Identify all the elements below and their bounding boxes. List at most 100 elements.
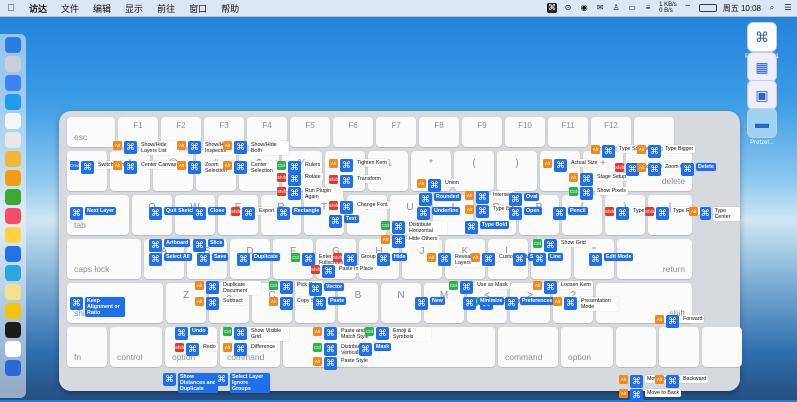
key-fn_row-0[interactable]: esc — [67, 117, 115, 147]
shortcut-label: Type Bigger — [663, 145, 696, 153]
menu-window[interactable]: 窗口 — [182, 2, 214, 15]
menu-edit[interactable]: 编辑 — [86, 2, 118, 15]
shift-modifier-badge: Shift — [645, 207, 655, 216]
shortcut-tip: Shift ⌘ Run Plugin Again — [277, 187, 343, 201]
key-label: F12 — [604, 121, 618, 130]
desktop-item-pretzel-screenshot[interactable]: ▬ Pretzel... — [731, 108, 793, 146]
key-fn_row-8[interactable]: F8 — [419, 117, 459, 147]
menu-view[interactable]: 显示 — [118, 2, 150, 15]
command-icon: ⌘ — [242, 207, 255, 220]
command-icon: ⌘ — [554, 159, 567, 172]
menu-help[interactable]: 帮助 — [214, 2, 246, 15]
command-icon: ⌘ — [392, 221, 405, 234]
photos-dock-icon[interactable] — [5, 170, 21, 186]
command-icon: ⌘ — [438, 253, 451, 266]
command-icon: ⌘ — [234, 161, 247, 174]
launchpad-dock-icon[interactable] — [5, 56, 21, 72]
files-dock-icon[interactable] — [5, 360, 21, 376]
key-bottom_row-1[interactable]: control — [110, 327, 162, 367]
key-bottom_row-6[interactable]: option — [561, 327, 613, 367]
shortcut-label: Show Visible Grid — [249, 327, 289, 341]
key-fn_row-6[interactable]: F6 — [333, 117, 373, 147]
tes-dock-icon[interactable] — [5, 284, 21, 300]
key-bottom_row-0[interactable]: fn — [67, 327, 107, 367]
screen-status-icon[interactable]: ▭ — [627, 3, 637, 13]
shortcut-label: Paste Style — [339, 357, 370, 365]
mail-dock-icon[interactable] — [5, 246, 21, 262]
key-num_row-10[interactable]: ) — [497, 151, 537, 191]
key-fn_row-9[interactable]: F9 — [462, 117, 502, 147]
shortcut-tip: ⌘ Underline — [417, 207, 461, 220]
alt-modifier-badge: Alt — [533, 281, 542, 290]
shortcut-tip: Shift ⌘ Export — [231, 207, 277, 220]
preview-dock-icon[interactable] — [5, 341, 21, 357]
shortcut-label: Next Layer — [85, 207, 117, 215]
modifier-stack: Alt — [223, 343, 232, 352]
command-icon: ⌘ — [700, 207, 711, 220]
sketch-dock-icon[interactable] — [5, 151, 21, 167]
key-fn_row-11[interactable]: F11 — [548, 117, 588, 147]
key-bottom_row-8[interactable] — [659, 327, 699, 367]
finder-dock-icon[interactable] — [5, 37, 21, 53]
alt-modifier-badge: Alt — [543, 159, 552, 168]
dots-status-icon[interactable]: ⊙ — [563, 3, 573, 13]
alt-modifier-badge: Alt — [553, 297, 562, 306]
shortcut-label: Open — [524, 207, 542, 215]
key-fn_row-5[interactable]: F5 — [290, 117, 330, 147]
shortcut-label: Close — [208, 207, 227, 215]
wechat-dock-icon[interactable] — [5, 189, 21, 205]
butterfly-dock-icon[interactable] — [5, 303, 21, 319]
qq-status-icon[interactable]: ♙ — [611, 3, 621, 13]
apple-menu-icon[interactable]:  — [0, 3, 22, 14]
shortcut-tip: ⌘ Oval — [509, 193, 540, 206]
wechat-status-icon[interactable]: ✉ — [595, 3, 605, 13]
command-icon: ⌘ — [81, 161, 94, 174]
eye-status-icon[interactable]: ◉ — [579, 3, 589, 13]
ctrl-modifier-badge: Ctrl — [313, 343, 322, 352]
battery-icon[interactable] — [698, 4, 717, 12]
command-icon: ⌘ — [359, 343, 372, 356]
command-icon: ⌘ — [417, 207, 430, 220]
appstore-dock-icon[interactable] — [5, 94, 21, 110]
modifier-stack: Alt — [113, 141, 122, 150]
search-icon[interactable]: ⌕ — [767, 3, 777, 13]
shift-modifier-badge: Shift — [277, 173, 287, 182]
command-icon: ⌘ — [280, 297, 293, 310]
calendar-dock-icon[interactable] — [5, 113, 21, 129]
menu-file[interactable]: 文件 — [54, 2, 86, 15]
modifier-stack: Alt — [113, 161, 122, 170]
qq-dock-icon[interactable] — [5, 227, 21, 243]
key-bottom_row-9[interactable] — [702, 327, 742, 367]
modifier-stack: Shift — [277, 187, 286, 196]
key-fn_row-7[interactable]: F7 — [376, 117, 416, 147]
network-speed[interactable]: 1 KB/s 0 B/s — [659, 2, 677, 14]
telegram-dock-icon[interactable] — [5, 265, 21, 281]
key-bottom_row-5[interactable]: command — [498, 327, 558, 367]
menu-go[interactable]: 前往 — [150, 2, 182, 15]
cmd-status-icon[interactable]: ⌘ — [547, 3, 558, 13]
key-fn_row-10[interactable]: F10 — [505, 117, 545, 147]
music-dock-icon[interactable] — [5, 208, 21, 224]
shortcut-label: Difference — [249, 343, 278, 351]
terminal-dock-icon[interactable] — [5, 322, 21, 338]
key-fn_row-12[interactable]: F12 — [591, 117, 631, 147]
key-caps_row-0[interactable]: caps lock — [67, 239, 141, 279]
bars-status-icon[interactable]: ≡ — [643, 3, 653, 13]
shift-modifier-badge: Shift — [277, 187, 287, 196]
modifier-stack: Alt — [569, 173, 578, 182]
command-icon: ⌘ — [630, 375, 643, 388]
modifier-stack: Alt — [543, 159, 552, 168]
notification-center-icon[interactable]: ☰ — [783, 3, 793, 13]
key-bottom_row-7[interactable] — [616, 327, 656, 367]
menu-finder[interactable]: 访达 — [22, 2, 54, 15]
shortcut-tip: ⌘ Rectangle — [277, 207, 322, 220]
safari-dock-icon[interactable] — [5, 75, 21, 91]
key-fn_row-13[interactable] — [634, 117, 674, 147]
clock[interactable]: 周五 10:08 — [723, 3, 761, 14]
alt-modifier-badge: Alt — [591, 145, 600, 154]
command-icon: ⌘ — [544, 281, 557, 294]
wifi-icon[interactable]: ⌔ — [683, 3, 693, 13]
modifier-stack: Alt — [655, 375, 664, 384]
notes-dock-icon[interactable] — [5, 132, 21, 148]
modifier-stack: Alt — [471, 253, 480, 262]
